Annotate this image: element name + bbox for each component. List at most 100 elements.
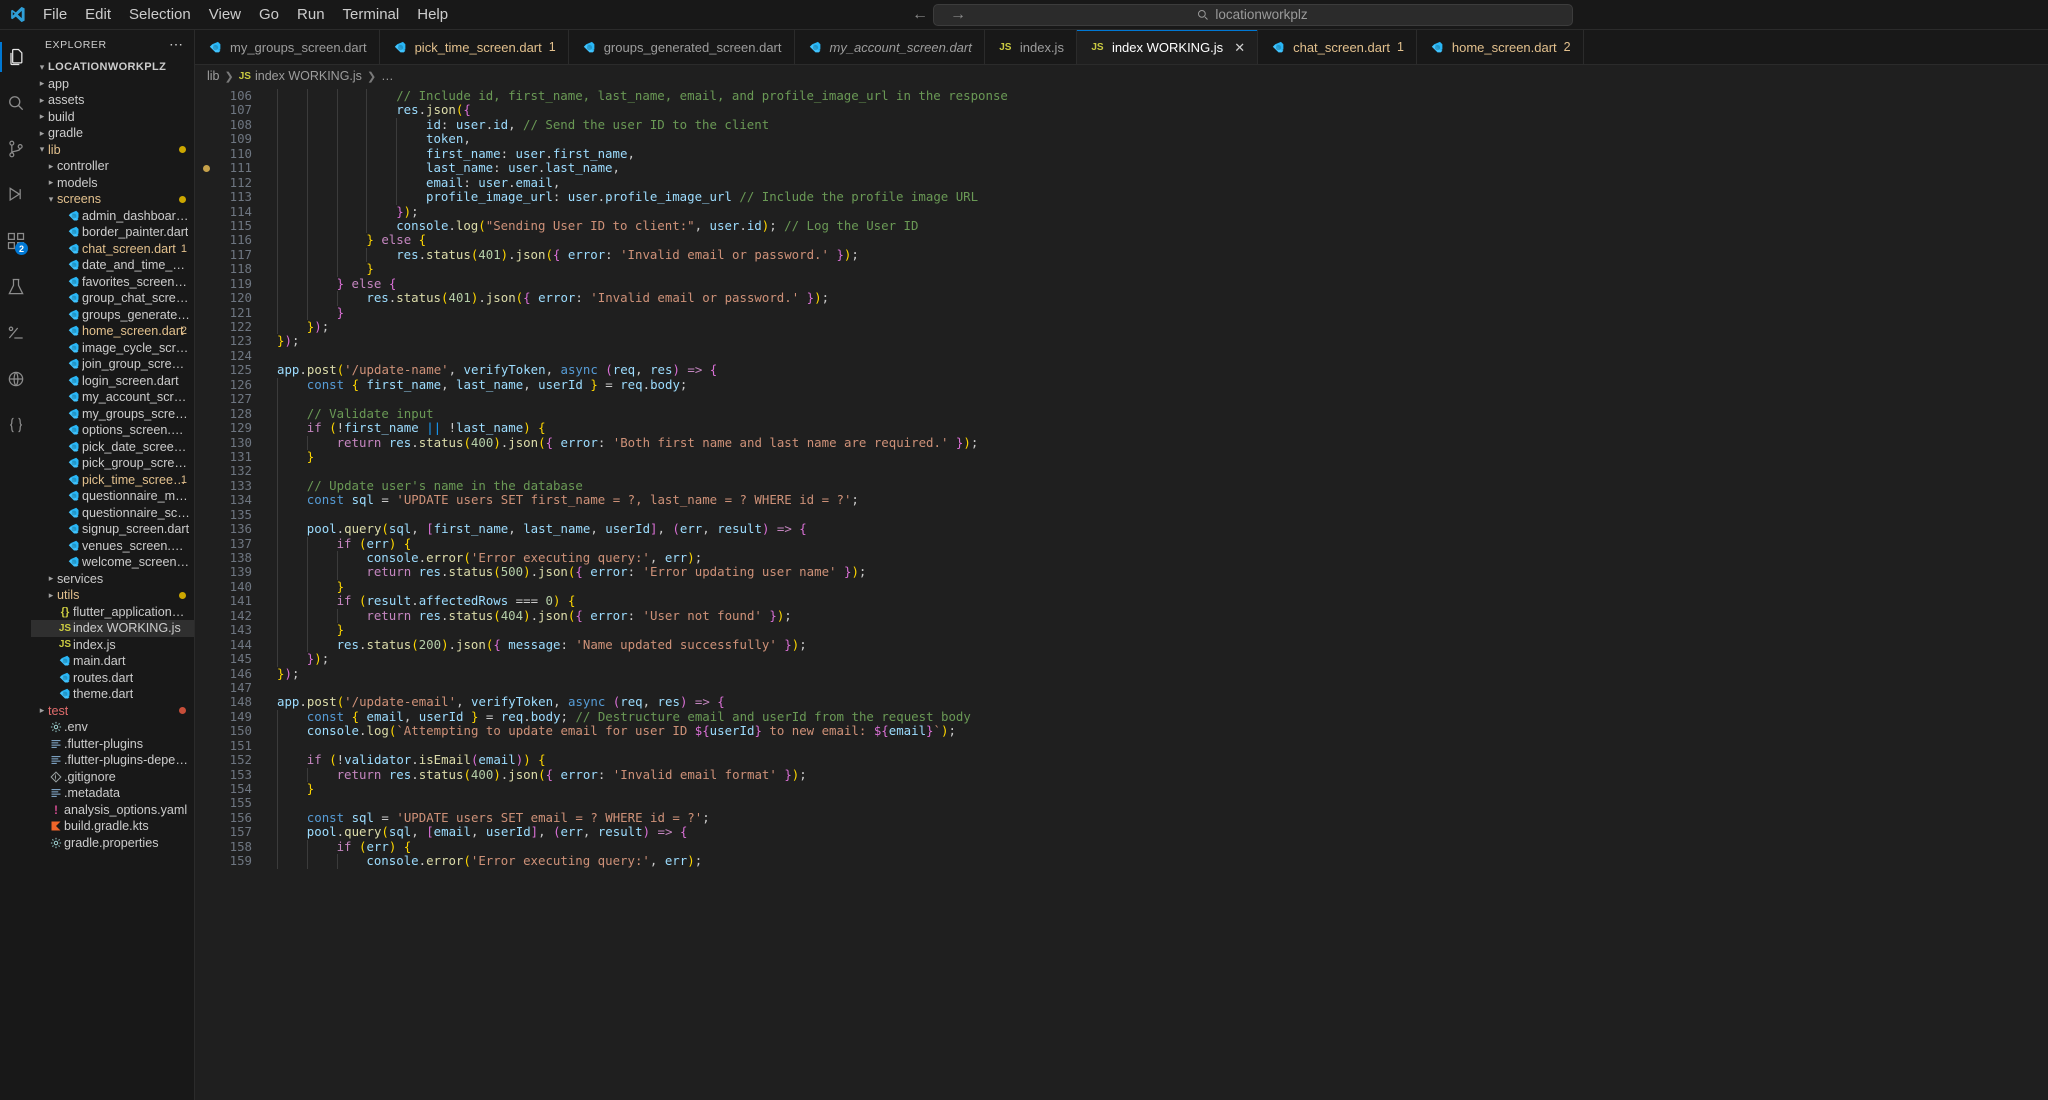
code-line[interactable]: } [259, 579, 2048, 595]
tree-item-group-chat-screen-dart[interactable]: group_chat_screen.dart [31, 290, 194, 307]
tree-item-welcome-screen-dart[interactable]: welcome_screen.dart [31, 554, 194, 571]
tree-item-join-group-screen-dart[interactable]: join_group_screen.dart [31, 356, 194, 373]
tab-close-icon[interactable]: ✕ [1234, 41, 1245, 54]
activity-dart-devtools[interactable] [0, 310, 31, 356]
code-line[interactable]: res.status(200).json({ message: 'Name up… [259, 637, 2048, 653]
code-line[interactable]: res.status(401).json({ error: 'Invalid e… [259, 290, 2048, 306]
tree-item-image-cycle-screen-dart[interactable]: image_cycle_screen.dart [31, 340, 194, 357]
breadcrumb-lib[interactable]: lib [207, 69, 220, 83]
tree-item-main-dart[interactable]: main.dart [31, 653, 194, 670]
tree-item-screens[interactable]: ▾ screens [31, 191, 194, 208]
breadcrumb-symbol[interactable]: … [381, 69, 394, 83]
code-line[interactable]: return res.status(404).json({ error: 'Us… [259, 608, 2048, 624]
code-line[interactable] [259, 738, 2048, 754]
code-line[interactable]: pool.query(sql, [email, userId], (err, r… [259, 825, 2048, 840]
tree-item-flutter-plugins-dependencies[interactable]: .flutter-plugins-dependencies [31, 752, 194, 769]
tree-item-favorites-screen-dart[interactable]: favorites_screen.dart [31, 274, 194, 291]
tab-pick-time-screen-dart[interactable]: pick_time_screen.dart 1 [379, 30, 569, 64]
tree-item-models[interactable]: ▸ models [31, 175, 194, 192]
code-line[interactable]: id: user.id, // Send the user ID to the … [259, 117, 2048, 133]
tree-item-pick-time-screen-dart[interactable]: pick_time_screen.dart1 [31, 472, 194, 489]
code-line[interactable] [259, 464, 2048, 479]
tab-groups-generated-screen-dart[interactable]: groups_generated_screen.dart [568, 30, 795, 64]
menu-go[interactable]: Go [250, 0, 288, 30]
code-line[interactable]: if (err) { [259, 536, 2048, 551]
code-line[interactable]: email: user.email, [259, 175, 2048, 191]
command-center[interactable]: locationworkplz [932, 3, 1573, 26]
activity-extensions[interactable]: 2 [0, 218, 31, 264]
code-line[interactable]: } [259, 262, 2048, 277]
code-line[interactable]: app.post('/update-name', verifyToken, as… [259, 363, 2048, 377]
code-line[interactable]: }); [259, 651, 2048, 667]
code-line[interactable]: // Validate input [259, 406, 2048, 422]
code-line[interactable]: if (err) { [259, 839, 2048, 855]
tree-item-lib[interactable]: ▾ lib [31, 142, 194, 159]
code-line[interactable]: } [259, 781, 2048, 797]
tree-item-test[interactable]: ▸ test [31, 703, 194, 720]
code-line[interactable] [259, 392, 2048, 407]
tab-my-groups-screen-dart[interactable]: my_groups_screen.dart [195, 30, 380, 64]
menu-selection[interactable]: Selection [120, 0, 200, 30]
tree-item-gradle-properties[interactable]: gradle.properties [31, 835, 194, 852]
menu-bar[interactable]: File Edit Selection View Go Run Terminal… [34, 0, 457, 29]
tree-item-index-working-js[interactable]: JS index WORKING.js [31, 620, 194, 637]
code-line[interactable]: console.error('Error executing query:', … [259, 550, 2048, 566]
editor-tabs[interactable]: my_groups_screen.dart pick_time_screen.da… [195, 30, 2048, 65]
tab-index-js[interactable]: JS index.js [984, 30, 1077, 64]
tree-item-flutter-plugins[interactable]: .flutter-plugins [31, 736, 194, 753]
forward-arrow-icon[interactable]: → [950, 6, 966, 24]
tree-item-questionnaire-screen-dart[interactable]: questionnaire_screen.dart [31, 505, 194, 522]
code-line[interactable]: return res.status(400).json({ error: 'Bo… [259, 435, 2048, 450]
code-line[interactable]: first_name: user.first_name, [259, 146, 2048, 162]
tree-root-locationworkplz[interactable]: ▾ LOCATIONWORKPLZ [31, 59, 194, 76]
code-line[interactable]: return res.status(400).json({ error: 'In… [259, 767, 2048, 782]
tree-item-gitignore[interactable]: .gitignore [31, 769, 194, 786]
code-line[interactable]: const { first_name, last_name, userId } … [259, 377, 2048, 393]
code-line[interactable]: } else { [259, 233, 2048, 248]
tree-item-services[interactable]: ▸ services [31, 571, 194, 588]
code-line[interactable]: token, [259, 132, 2048, 147]
code-line[interactable]: console.log("Sending User ID to client:"… [259, 218, 2048, 234]
glyph-margin[interactable] [195, 87, 217, 1100]
tree-item-assets[interactable]: ▸ assets [31, 92, 194, 109]
code-line[interactable]: // Include id, first_name, last_name, em… [259, 88, 2048, 104]
code-line[interactable]: pool.query(sql, [first_name, last_name, … [259, 521, 2048, 537]
code-line[interactable]: return res.status(500).json({ error: 'Er… [259, 565, 2048, 580]
code-line[interactable]: res.status(401).json({ error: 'Invalid e… [259, 247, 2048, 263]
tree-item-env[interactable]: .env [31, 719, 194, 736]
tree-item-options-screen-dart[interactable]: options_screen.dart [31, 422, 194, 439]
code-line[interactable]: res.json({ [259, 103, 2048, 118]
code-line[interactable]: last_name: user.last_name, [259, 160, 2048, 176]
tree-item-pick-group-screen-dart[interactable]: pick_group_screen.dart [31, 455, 194, 472]
tree-item-index-js[interactable]: JS index.js [31, 637, 194, 654]
code-line[interactable]: if (!first_name || !last_name) { [259, 420, 2048, 436]
tree-item-metadata[interactable]: .metadata [31, 785, 194, 802]
tree-item-flutter-application-1-code-w[interactable]: {}flutter_application_1.code-w... [31, 604, 194, 621]
code-line[interactable]: console.log(`Attempting to update email … [259, 724, 2048, 739]
code-line[interactable]: const sql = 'UPDATE users SET email = ? … [259, 810, 2048, 826]
tree-item-routes-dart[interactable]: routes.dart [31, 670, 194, 687]
tree-item-gradle[interactable]: ▸ gradle [31, 125, 194, 142]
menu-edit[interactable]: Edit [76, 0, 120, 30]
explorer-more-actions-icon[interactable]: ⋯ [169, 36, 188, 53]
code-line[interactable]: if (result.affectedRows === 0) { [259, 594, 2048, 609]
code-line[interactable]: console.error('Error executing query:', … [259, 853, 2048, 869]
activity-snippets[interactable] [0, 402, 31, 448]
tree-item-chat-screen-dart[interactable]: chat_screen.dart 1 [31, 241, 194, 258]
tab-chat-screen-dart[interactable]: chat_screen.dart 1 [1258, 30, 1417, 64]
activity-run-debug[interactable] [0, 172, 31, 218]
code-content[interactable]: // Include id, first_name, last_name, em… [259, 87, 2048, 1100]
tab-index-working-js[interactable]: JS index WORKING.js ✕ [1076, 30, 1259, 64]
activity-remote-explorer[interactable] [0, 356, 31, 402]
code-line[interactable]: } [259, 622, 2048, 638]
tree-item-analysis-options-yaml[interactable]: ! analysis_options.yaml [31, 802, 194, 819]
tree-item-build[interactable]: ▸ build [31, 109, 194, 126]
tree-item-signup-screen-dart[interactable]: signup_screen.dart [31, 521, 194, 538]
code-line[interactable]: } else { [259, 276, 2048, 292]
tree-item-questionnaire-model-dart[interactable]: questionnaire_model.dart [31, 488, 194, 505]
activity-explorer[interactable] [0, 34, 31, 80]
activity-testing[interactable] [0, 264, 31, 310]
tree-item-login-screen-dart[interactable]: login_screen.dart [31, 373, 194, 390]
code-line[interactable]: }); [259, 204, 2048, 219]
tree-item-border-painter-dart[interactable]: border_painter.dart [31, 224, 194, 241]
